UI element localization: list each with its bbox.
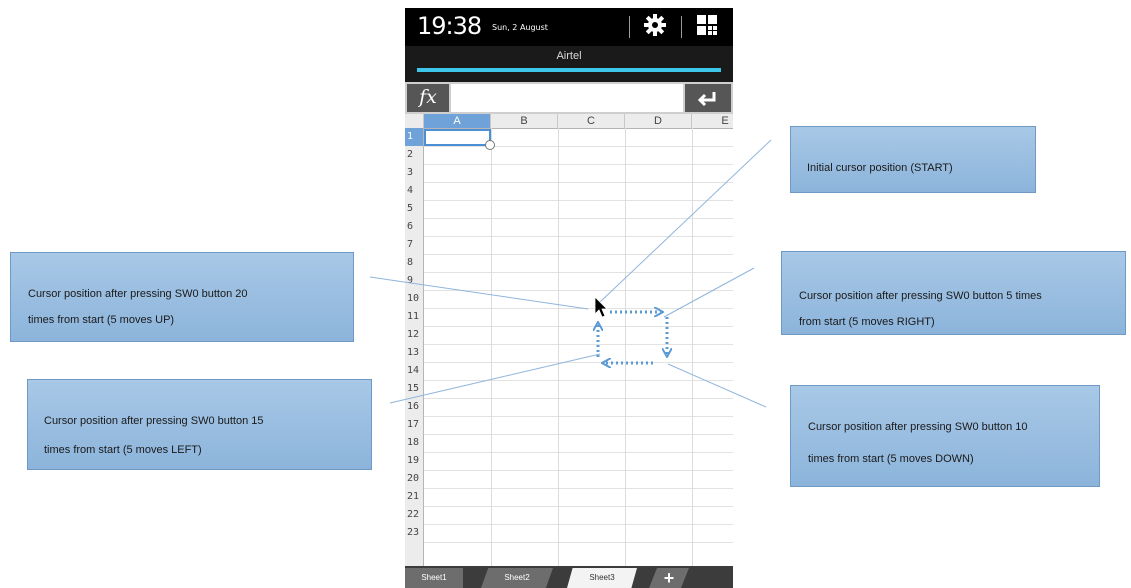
mouse-pointer-icon xyxy=(594,296,608,318)
leader-line-start xyxy=(599,139,772,303)
leader-line-right xyxy=(663,267,755,318)
cursor-path-arrows xyxy=(598,312,667,363)
leader-line-down xyxy=(667,363,767,408)
leader-lines xyxy=(369,139,772,408)
annotation-overlay xyxy=(369,139,772,408)
leader-line-left xyxy=(389,353,601,404)
leader-line-up xyxy=(369,276,589,310)
